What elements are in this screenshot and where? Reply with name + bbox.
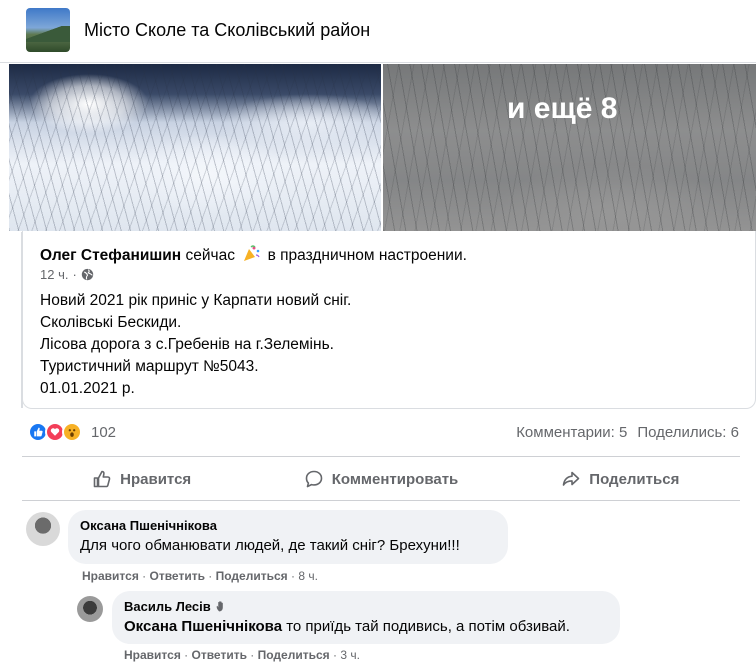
mention-link[interactable]: Оксана Пшенічнікова <box>124 618 282 635</box>
like-button[interactable]: Нравится <box>22 458 261 500</box>
post-author-line: Олег Стефанишин сейчас в праздничном нас… <box>40 245 467 265</box>
comment-text: Для чого обманювати людей, де такий сніг… <box>80 537 460 554</box>
waving-hand-icon <box>216 601 223 612</box>
comment-bubble: Оксана Пшенічнікова Для чого обманювати … <box>68 510 508 564</box>
post-stats: Комментарии: 5 Поделились: 6 <box>516 424 739 441</box>
photo-snowy-road[interactable]: и ещё 8 <box>383 64 756 231</box>
comment-time[interactable]: 8 ч. <box>298 569 318 583</box>
post-line: Новий 2021 рік приніс у Карпати новий сн… <box>40 292 352 309</box>
reply-like-link[interactable]: Нравится <box>124 648 181 662</box>
reactions-summary[interactable]: 102 <box>28 422 116 442</box>
feeling-prefix: сейчас <box>185 247 235 264</box>
avatar[interactable] <box>77 596 103 622</box>
comment-actions: Нравится · Ответить · Поделиться · 8 ч. <box>82 569 318 583</box>
reply-author-line: Василь Лесів <box>124 599 608 614</box>
feeling-text: в праздничном настроении. <box>267 247 467 264</box>
comment-button[interactable]: Комментировать <box>261 458 500 500</box>
reply-reply-link[interactable]: Ответить <box>192 648 247 662</box>
post-photos: и ещё 8 <box>9 64 756 231</box>
group-avatar[interactable] <box>26 8 70 52</box>
post-meta: 12 ч. · <box>40 267 94 282</box>
post-author-name[interactable]: Олег Стефанишин <box>40 247 181 264</box>
reaction-count[interactable]: 102 <box>91 424 116 441</box>
group-header: Місто Сколе та Сколівський район <box>0 0 756 63</box>
reply-time[interactable]: 3 ч. <box>340 648 360 662</box>
comment-reply-link[interactable]: Ответить <box>150 569 205 583</box>
reply-text-body: то приїдь тай подивись, а потім обзивай. <box>282 618 570 635</box>
post-line: 01.01.2021 р. <box>40 380 135 397</box>
avatar[interactable] <box>26 512 60 546</box>
comment-like-link[interactable]: Нравится <box>82 569 139 583</box>
divider <box>22 500 740 501</box>
reply-actions: Нравится · Ответить · Поделиться · 3 ч. <box>124 648 360 662</box>
more-photos-count[interactable]: и ещё 8 <box>507 92 617 126</box>
comment-icon <box>305 470 323 488</box>
shared-post-card: Олег Стефанишин сейчас в праздничном нас… <box>22 231 756 409</box>
reply-bubble: Василь Лесів Оксана Пшенічнікова то приї… <box>112 591 620 644</box>
party-popper-icon <box>244 245 260 261</box>
post-time[interactable]: 12 ч. <box>40 267 68 282</box>
wow-icon <box>62 422 82 442</box>
share-arrow-icon <box>562 471 580 486</box>
reply-author[interactable]: Василь Лесів <box>124 599 211 614</box>
comment-author[interactable]: Оксана Пшенічнікова <box>80 518 496 533</box>
divider <box>22 456 740 457</box>
reply-text: Оксана Пшенічнікова то приїдь тай подиви… <box>124 618 608 635</box>
group-title[interactable]: Місто Сколе та Сколівський район <box>84 20 370 41</box>
post-actions: Нравится Комментировать Поделиться <box>22 458 740 500</box>
comment-button-label: Комментировать <box>331 470 459 488</box>
globe-icon <box>81 268 93 281</box>
share-button[interactable]: Поделиться <box>501 458 740 500</box>
comment-share-link[interactable]: Поделиться <box>216 569 288 583</box>
shares-count[interactable]: Поделились: 6 <box>637 424 739 441</box>
reply-share-link[interactable]: Поделиться <box>258 648 330 662</box>
post-line: Сколівські Бескиди. <box>40 314 182 331</box>
post-text: Новий 2021 рік приніс у Карпати новий сн… <box>40 290 351 400</box>
share-button-label: Поделиться <box>589 470 680 488</box>
comments-count[interactable]: Комментарии: 5 <box>516 424 627 441</box>
photo-snowy-forest[interactable] <box>9 64 381 231</box>
post-line: Туристичний маршрут №5043. <box>40 358 259 375</box>
post-line: Лісова дорога з с.Гребенів на г.Зелемінь… <box>40 336 334 353</box>
thumbs-up-icon <box>93 470 111 488</box>
like-button-label: Нравится <box>120 470 192 488</box>
